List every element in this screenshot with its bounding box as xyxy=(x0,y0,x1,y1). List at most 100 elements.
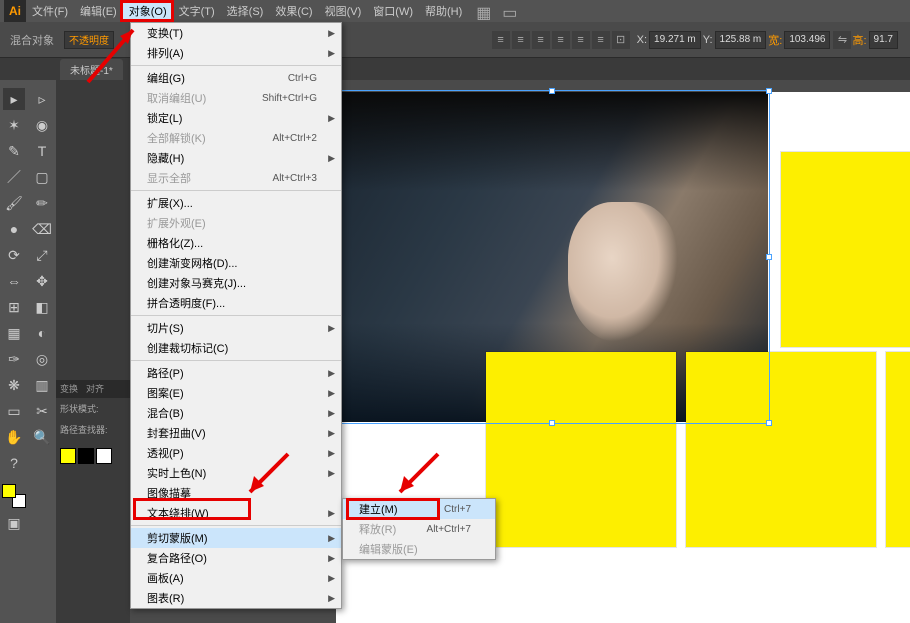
bridge-icon[interactable]: ▦ xyxy=(476,3,492,19)
menu-item-17[interactable]: 切片(S)▶ xyxy=(131,318,341,338)
selection-tool-icon[interactable]: ▸ xyxy=(3,88,25,110)
menu-item-22[interactable]: 混合(B)▶ xyxy=(131,403,341,423)
menu-edit[interactable]: 编辑(E) xyxy=(74,0,123,22)
menu-object[interactable]: 对象(O) xyxy=(123,0,173,22)
color-swatches[interactable] xyxy=(2,484,26,508)
slice-tool-icon[interactable]: ✂ xyxy=(31,400,53,422)
screen-mode-icon[interactable]: ▣ xyxy=(3,512,25,534)
type-tool-icon[interactable]: T xyxy=(31,140,53,162)
menu-item-13[interactable]: 创建渐变网格(D)... xyxy=(131,253,341,273)
menu-item-label: 剪切蒙版(M) xyxy=(147,530,208,546)
x-field[interactable]: 19.271 m xyxy=(649,31,701,49)
rect-tool-icon[interactable]: ▢ xyxy=(31,166,53,188)
menu-window[interactable]: 窗口(W) xyxy=(367,0,419,22)
menu-item-30[interactable]: 复合路径(O)▶ xyxy=(131,548,341,568)
menu-item-0[interactable]: 变换(T)▶ xyxy=(131,23,341,43)
menu-item-26[interactable]: 图像描摹 xyxy=(131,483,341,503)
eraser-tool-icon[interactable]: ⌫ xyxy=(31,218,53,240)
swatch-yellow[interactable] xyxy=(60,448,76,464)
menu-item-3[interactable]: 编组(G)Ctrl+G xyxy=(131,68,341,88)
w-field[interactable]: 103.496 xyxy=(784,31,830,49)
yellow-rect-3[interactable] xyxy=(886,352,910,547)
menu-type[interactable]: 文字(T) xyxy=(173,0,221,22)
zoom-tool-icon[interactable]: 🔍 xyxy=(31,426,53,448)
lasso-tool-icon[interactable]: ◉ xyxy=(31,114,53,136)
h-field[interactable]: 91.7 xyxy=(869,31,898,49)
yellow-rect-4[interactable] xyxy=(781,152,910,347)
graph-tool-icon[interactable]: ▥ xyxy=(31,374,53,396)
menu-item-label: 扩展外观(E) xyxy=(147,215,206,231)
symbol-tool-icon[interactable]: ❋ xyxy=(3,374,25,396)
y-field[interactable]: 125.88 m xyxy=(715,31,767,49)
blob-tool-icon[interactable]: ● xyxy=(3,218,25,240)
artboard-tool-icon[interactable]: ▭ xyxy=(3,400,25,422)
link-wh-icon[interactable]: ⇋ xyxy=(833,31,851,49)
menu-effect[interactable]: 效果(C) xyxy=(269,0,318,22)
tab-transform[interactable]: 变换 xyxy=(56,380,82,398)
arrange-icon[interactable]: ▭ xyxy=(502,3,518,19)
menu-item-12[interactable]: 栅格化(Z)... xyxy=(131,233,341,253)
submenu-arrow-icon: ▶ xyxy=(328,468,335,479)
menu-item-15[interactable]: 拼合透明度(F)... xyxy=(131,293,341,313)
menu-item-24[interactable]: 透视(P)▶ xyxy=(131,443,341,463)
submenu-arrow-icon: ▶ xyxy=(328,408,335,419)
menu-help[interactable]: 帮助(H) xyxy=(419,0,468,22)
align-top-icon[interactable]: ≡ xyxy=(552,31,570,49)
perspective-tool-icon[interactable]: ◧ xyxy=(31,296,53,318)
align-bottom-icon[interactable]: ≡ xyxy=(592,31,610,49)
hand-tool-icon[interactable]: ✋ xyxy=(3,426,25,448)
help-tool-icon[interactable]: ? xyxy=(3,452,25,474)
menu-item-31[interactable]: 画板(A)▶ xyxy=(131,568,341,588)
eyedropper-tool-icon[interactable]: ✑ xyxy=(3,348,25,370)
submenu-item-0[interactable]: 建立(M)Ctrl+7 xyxy=(343,499,495,519)
align-right-icon[interactable]: ≡ xyxy=(532,31,550,49)
menu-file[interactable]: 文件(F) xyxy=(26,0,74,22)
mesh-tool-icon[interactable]: ▦ xyxy=(3,322,25,344)
align-middle-icon[interactable]: ≡ xyxy=(572,31,590,49)
brush-tool-icon[interactable]: 🖌 xyxy=(3,192,25,214)
magic-wand-tool-icon[interactable]: ✶ xyxy=(3,114,25,136)
swatch-white[interactable] xyxy=(96,448,112,464)
menu-item-20[interactable]: 路径(P)▶ xyxy=(131,363,341,383)
transform-icon[interactable]: ⊡ xyxy=(612,31,630,49)
menu-item-label: 创建对象马赛克(J)... xyxy=(147,275,246,291)
direct-select-tool-icon[interactable]: ▹ xyxy=(31,88,53,110)
opacity-button[interactable]: 不透明度 xyxy=(64,31,114,49)
width-tool-icon[interactable]: ⇔ xyxy=(3,270,25,292)
gradient-tool-icon[interactable]: ◐ xyxy=(31,322,53,344)
menu-item-32[interactable]: 图表(R)▶ xyxy=(131,588,341,608)
menu-item-25[interactable]: 实时上色(N)▶ xyxy=(131,463,341,483)
submenu-shortcut: Alt+Ctrl+7 xyxy=(427,524,471,535)
scale-tool-icon[interactable]: ⤢ xyxy=(31,244,53,266)
menu-item-29[interactable]: 剪切蒙版(M)▶ xyxy=(131,528,341,548)
blend-tool-icon[interactable]: ◎ xyxy=(31,348,53,370)
rotate-tool-icon[interactable]: ⟳ xyxy=(3,244,25,266)
swatch-black[interactable] xyxy=(78,448,94,464)
menu-item-label: 图案(E) xyxy=(147,385,184,401)
menu-item-18[interactable]: 创建裁切标记(C) xyxy=(131,338,341,358)
x-label: X: xyxy=(637,34,647,46)
align-left-icon[interactable]: ≡ xyxy=(492,31,510,49)
document-tab[interactable]: 未标题-1* xyxy=(60,59,123,80)
shape-builder-icon[interactable]: ⊞ xyxy=(3,296,25,318)
free-transform-icon[interactable]: ✥ xyxy=(31,270,53,292)
menu-item-5[interactable]: 锁定(L)▶ xyxy=(131,108,341,128)
pencil-tool-icon[interactable]: ✏ xyxy=(31,192,53,214)
tab-align[interactable]: 对齐 xyxy=(82,380,108,398)
menu-separator xyxy=(131,360,341,361)
line-tool-icon[interactable]: ／ xyxy=(3,166,25,188)
submenu-arrow-icon: ▶ xyxy=(328,323,335,334)
menu-item-10[interactable]: 扩展(X)... xyxy=(131,193,341,213)
menu-item-1[interactable]: 排列(A)▶ xyxy=(131,43,341,63)
fg-swatch[interactable] xyxy=(2,484,16,498)
menu-item-21[interactable]: 图案(E) ▶ xyxy=(131,383,341,403)
menu-item-23[interactable]: 封套扭曲(V)▶ xyxy=(131,423,341,443)
menu-item-27[interactable]: 文本绕排(W)▶ xyxy=(131,503,341,523)
pen-tool-icon[interactable]: ✎ xyxy=(3,140,25,162)
menu-item-14[interactable]: 创建对象马赛克(J)... xyxy=(131,273,341,293)
menu-item-7[interactable]: 隐藏(H)▶ xyxy=(131,148,341,168)
menu-view[interactable]: 视图(V) xyxy=(319,0,368,22)
submenu-arrow-icon: ▶ xyxy=(328,388,335,399)
menu-select[interactable]: 选择(S) xyxy=(221,0,270,22)
align-center-icon[interactable]: ≡ xyxy=(512,31,530,49)
